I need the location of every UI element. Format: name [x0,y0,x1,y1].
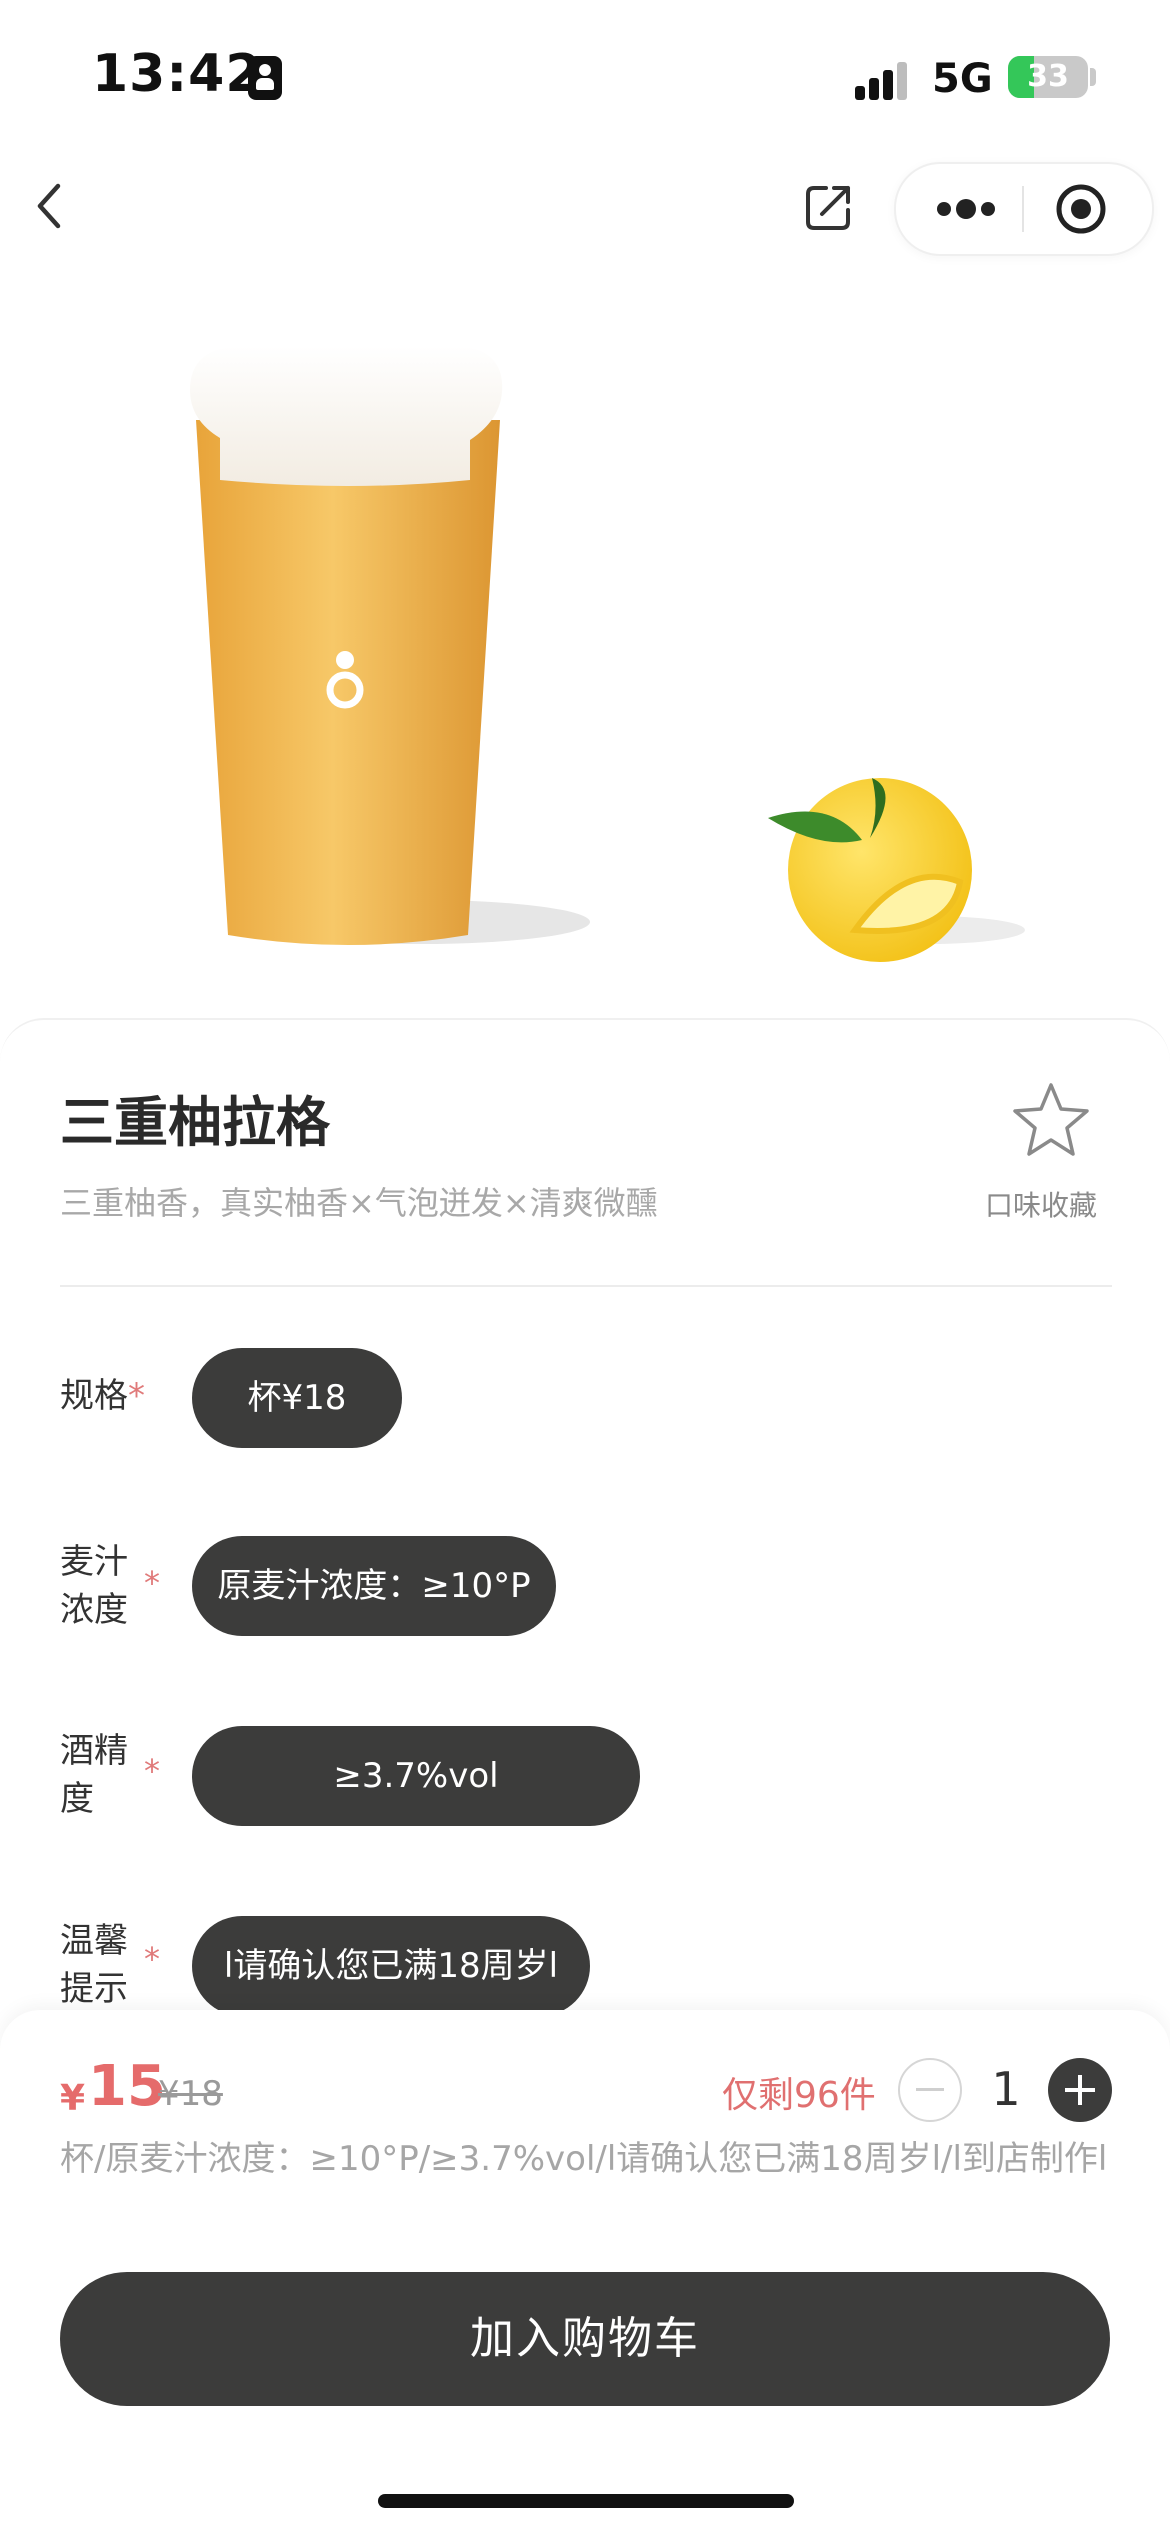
divider [60,1285,1112,1287]
share-icon [806,186,850,230]
product-image [0,270,1170,1030]
miniprogram-capsule [894,162,1154,256]
original-price: ¥18 [158,2074,223,2114]
battery-tip [1090,68,1096,86]
more-button[interactable] [926,184,1006,234]
battery-icon: 33 [1008,56,1088,98]
current-price: 15 [88,2054,166,2119]
selection-summary: 杯/原麦汁浓度：≥10°P/≥3.7%vol/l请确认您已满18周岁l/l到店制… [60,2139,1108,2179]
product-title: 三重柚拉格 [60,1091,330,1154]
network-type: 5G [932,56,993,102]
beer-glass [196,420,500,945]
favorite-label: 口味收藏 [985,1189,1098,1222]
person-badge-icon [248,56,282,100]
required-mark: * [144,1752,160,1790]
option-chip-spec[interactable]: 杯¥18 [192,1348,402,1448]
beer-foam [190,346,503,486]
status-time: 13:42 [92,44,263,104]
price-currency: ¥ [60,2078,86,2119]
required-mark: * [144,1940,160,1978]
close-miniprogram-button[interactable] [1054,182,1108,236]
home-indicator [378,2494,794,2508]
status-bar: 13:42 5G 33 [0,0,1170,150]
quantity-value: 1 [991,2062,1021,2116]
cellular-signal-icon [855,60,915,100]
option-label-spec: 规格* [60,1376,145,1416]
option-label-abv: 酒精 度 [60,1731,128,1819]
stock-remaining: 仅剩96件 [722,2075,876,2116]
target-icon [1056,184,1106,234]
option-chip-notice[interactable]: l请确认您已满18周岁l [192,1916,590,2016]
chevron-left-icon [37,183,61,229]
back-button[interactable] [28,178,72,234]
option-label-notice: 温馨 提示 [60,1921,128,2009]
capsule-divider [1022,186,1024,232]
battery-percent: 33 [1027,59,1069,94]
option-label-wort: 麦汁 浓度 [60,1542,128,1630]
product-subtitle: 三重柚香，真实柚香×气泡迸发×清爽微醺 [60,1184,658,1222]
favorite-button[interactable]: 口味收藏 [985,1080,1105,1222]
option-chip-wort[interactable]: 原麦汁浓度：≥10°P [192,1536,556,1636]
required-mark: * [144,1564,160,1602]
increase-quantity-button[interactable] [1048,2058,1112,2122]
more-dots-icon [937,199,995,219]
decrease-quantity-button[interactable] [898,2058,962,2122]
star-outline-icon [1013,1083,1089,1156]
option-chip-abv[interactable]: ≥3.7%vol [192,1726,640,1826]
share-button[interactable] [800,178,858,236]
add-to-cart-button[interactable]: 加入购物车 [60,2272,1110,2406]
